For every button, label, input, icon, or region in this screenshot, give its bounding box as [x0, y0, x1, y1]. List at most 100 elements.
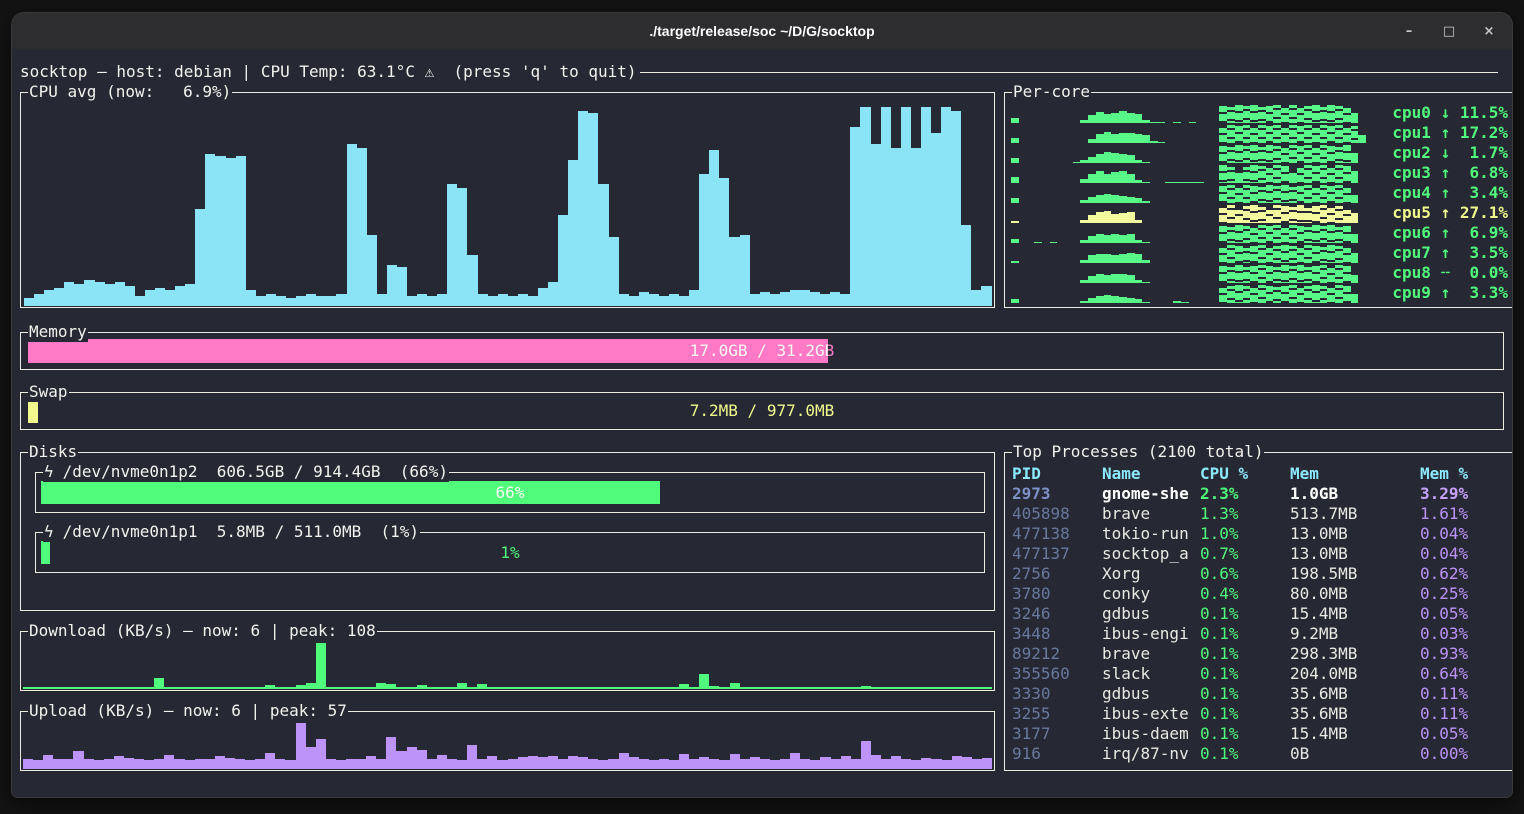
upload-title: Upload (KB/s) — now: 6 | peak: 57: [28, 701, 348, 721]
upload-chart: [23, 721, 992, 769]
chart-bar: [366, 756, 376, 769]
chart-bar: [195, 687, 205, 689]
process-cell-pid: 3177: [1012, 724, 1102, 744]
process-cell-mem: 80.0MB: [1290, 584, 1420, 604]
chart-bar: [1320, 125, 1328, 143]
chart-bar: [84, 759, 94, 769]
chart-bar: [740, 759, 750, 769]
core-row-cpu3: cpu3 ↑ 6.8%: [1011, 163, 1508, 183]
chart-bar: [598, 184, 608, 306]
chart-bar: [1327, 105, 1335, 123]
chart-bar: [790, 687, 800, 689]
processes-title: Top Processes (2100 total): [1012, 442, 1264, 462]
process-cell-mem: 298.3MB: [1290, 644, 1420, 664]
chart-bar: [649, 760, 659, 769]
chart-bar: [336, 760, 346, 769]
chart-bar: [760, 687, 770, 689]
process-cell-memp: 0.62%: [1420, 564, 1509, 584]
chart-bar: [548, 282, 558, 306]
chart-bar: [1219, 146, 1227, 163]
chart-bar: [1297, 107, 1305, 123]
chart-bar: [1119, 213, 1127, 223]
process-cell-pid: 3448: [1012, 624, 1102, 644]
chart-bar: [1327, 245, 1335, 263]
process-cell-cpu: 0.1%: [1200, 604, 1290, 624]
chart-bar: [346, 759, 356, 769]
chart-bar: [1250, 227, 1258, 243]
chart-bar: [1050, 242, 1058, 243]
chart-bar: [1219, 127, 1227, 143]
chart-bar: [1258, 166, 1266, 183]
process-row: 3448ibus-engi0.1%9.2MB0.03%: [1006, 624, 1512, 644]
maximize-button[interactable]: □: [1442, 24, 1456, 39]
chart-bar: [1335, 185, 1343, 203]
core-label-cpu4: cpu4 ↑ 3.4%: [1376, 183, 1508, 203]
process-cell-name: conky: [1102, 584, 1200, 604]
chart-bar: [1320, 247, 1328, 263]
process-cell-mem: 9.2MB: [1290, 624, 1420, 644]
chart-bar: [1227, 267, 1235, 283]
window-titlebar[interactable]: ./target/release/soc ~/D/G/socktop – □ ×: [12, 13, 1512, 49]
core-row-cpu6: cpu6 ↑ 6.9%: [1011, 223, 1508, 243]
chart-bar: [1080, 179, 1088, 183]
chart-bar: [1011, 261, 1019, 263]
core-row-cpu0: cpu0 ↓ 11.5%: [1011, 103, 1508, 123]
chart-bar: [1281, 227, 1289, 243]
chart-bar: [1127, 155, 1135, 163]
chart-bar: [800, 759, 810, 769]
chart-bar: [508, 296, 518, 306]
chart-bar: [1219, 165, 1227, 183]
chart-bar: [780, 687, 790, 689]
chart-bar: [285, 760, 295, 769]
chart-bar: [144, 760, 154, 769]
chart-bar: [1235, 126, 1243, 143]
process-cell-pid: 2756: [1012, 564, 1102, 584]
core-row-cpu9: cpu9 ↑ 3.3%: [1011, 283, 1508, 303]
close-button[interactable]: ×: [1482, 24, 1496, 39]
chart-bar: [1127, 253, 1135, 263]
chart-bar: [1258, 285, 1266, 303]
chart-bar: [568, 160, 578, 306]
chart-bar: [1312, 105, 1320, 123]
chart-bar: [1104, 254, 1112, 263]
chart-bar: [1096, 112, 1104, 123]
chart-bar: [256, 296, 266, 306]
chart-bar: [1135, 280, 1143, 283]
process-cell-pid: 477138: [1012, 524, 1102, 544]
chart-bar: [1273, 246, 1281, 263]
chart-bar: [417, 750, 427, 769]
chart-bar: [1351, 294, 1359, 303]
chart-bar: [1227, 185, 1235, 203]
process-cell-cpu: 0.1%: [1200, 704, 1290, 724]
terminal-screen[interactable]: socktop — host: debian | CPU Temp: 63.1°…: [12, 49, 1512, 797]
chart-bar: [1119, 171, 1127, 183]
chart-bar: [477, 759, 487, 769]
process-cell-memp: 0.05%: [1420, 724, 1509, 744]
chart-bar: [1312, 285, 1320, 303]
chart-bar: [1243, 146, 1251, 163]
minimize-button[interactable]: –: [1402, 24, 1416, 39]
core-row-cpu7: cpu7 ↑ 3.5%: [1011, 243, 1508, 263]
chart-bar: [1227, 107, 1235, 123]
chart-bar: [1104, 194, 1112, 203]
process-cell-name: socktop_a: [1102, 544, 1200, 564]
chart-bar: [1243, 226, 1251, 243]
chart-bar: [1297, 205, 1305, 223]
chart-bar: [1219, 287, 1227, 303]
chart-bar: [195, 209, 205, 306]
chart-bar: [1343, 286, 1351, 303]
core-label-cpu7: cpu7 ↑ 3.5%: [1376, 243, 1508, 263]
chart-bar: [437, 687, 447, 689]
chart-bar: [326, 687, 336, 689]
process-cell-name: ibus-engi: [1102, 624, 1200, 644]
chart-bar: [54, 288, 64, 306]
chart-bar: [174, 759, 184, 769]
memory-panel: Memory 17.0GB / 31.2GB 17.0GB / 31.2GB: [20, 332, 1504, 370]
chart-bar: [115, 282, 125, 306]
chart-bar: [1119, 196, 1127, 203]
core-row-cpu5: cpu5 ↑ 27.1%: [1011, 203, 1508, 223]
chart-bar: [316, 643, 326, 689]
chart-bar: [1011, 158, 1019, 163]
chart-bar: [1273, 186, 1281, 203]
chart-bar: [306, 683, 316, 689]
